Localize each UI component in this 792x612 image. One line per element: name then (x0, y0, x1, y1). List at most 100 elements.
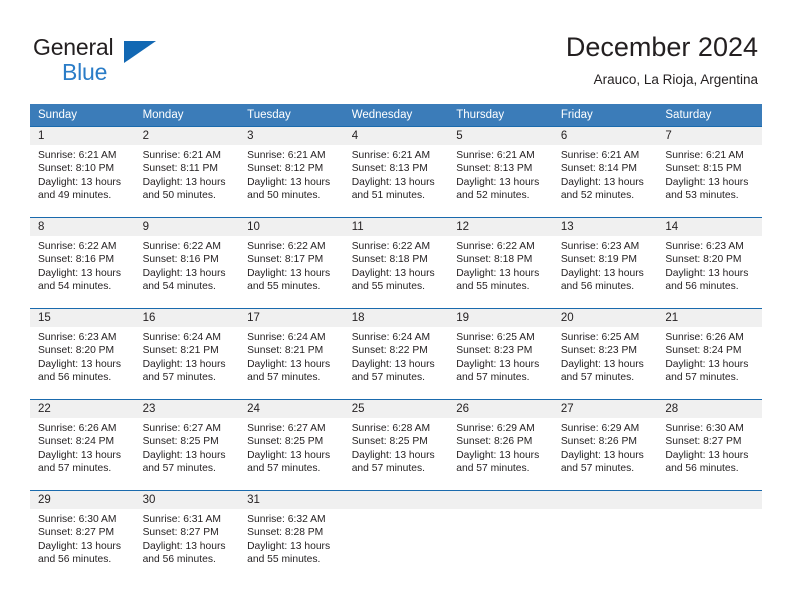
day-cell-inner (343, 491, 449, 581)
sunrise-text: Sunrise: 6:26 AM (665, 332, 744, 343)
daylight-text: Daylight: 13 hours and 51 minutes. (351, 176, 435, 202)
calendar-day-cell[interactable]: 2 Sunrise: 6:21 AM Sunset: 8:11 PM Daylight… (134, 127, 240, 218)
daylight-text: Daylight: 13 hours and 56 minutes. (38, 358, 121, 384)
calendar-day-cell[interactable]: 25 Sunrise: 6:28 AM Sunset: 8:25 PM Dayligh… (343, 400, 449, 491)
sunset-text: Sunset: 8:20 PM (665, 254, 742, 266)
day-cell-inner: 18 Sunrise: 6:24 AM Sunset: 8:22 PM Dayligh… (343, 309, 449, 399)
sunrise-text: Sunrise: 6:22 AM (38, 241, 117, 252)
calendar-day-cell[interactable]: 29 Sunrise: 6:30 AM Sunset: 8:27 PM Dayligh… (30, 491, 135, 581)
calendar-day-cell[interactable]: 17 Sunrise: 6:24 AM Sunset: 8:21 PM Dayligh… (239, 309, 344, 400)
calendar-day-cell[interactable]: 14 Sunrise: 6:23 AM Sunset: 8:20 PM Dayligh… (657, 218, 762, 309)
day-cell-inner: 29 Sunrise: 6:30 AM Sunset: 8:27 PM Dayligh… (30, 491, 135, 581)
day-cell-inner: 23 Sunrise: 6:27 AM Sunset: 8:25 PM Dayligh… (134, 400, 240, 490)
daylight-text: Daylight: 13 hours and 57 minutes. (560, 449, 644, 475)
daylight-text: Daylight: 13 hours and 54 minutes. (142, 267, 226, 293)
calendar-head: Sunday Monday Tuesday Wednesday Thursday… (30, 104, 762, 127)
sunset-text: Sunset: 8:26 PM (560, 436, 637, 448)
weekday-header-wednesday: Wednesday (343, 104, 449, 127)
sunrise-text: Sunrise: 6:26 AM (38, 423, 117, 434)
daylight-text: Daylight: 13 hours and 55 minutes. (247, 540, 331, 566)
sunset-text: Sunset: 8:15 PM (665, 163, 742, 175)
calendar-cell-empty (552, 491, 658, 581)
sunset-text: Sunset: 8:19 PM (560, 254, 637, 266)
day-number (657, 491, 762, 509)
daylight-text: Daylight: 13 hours and 52 minutes. (456, 176, 540, 202)
calendar-body: 1 Sunrise: 6:21 AM Sunset: 8:10 PM Daylight… (30, 126, 762, 581)
general-blue-logo[interactable]: General Blue (33, 34, 213, 86)
daylight-text: Daylight: 13 hours and 54 minutes. (38, 267, 121, 293)
day-number: 2 (134, 127, 240, 145)
day-number: 3 (239, 127, 344, 145)
daylight-text: Daylight: 13 hours and 57 minutes. (456, 449, 540, 475)
calendar-day-cell[interactable]: 20 Sunrise: 6:25 AM Sunset: 8:23 PM Dayligh… (552, 309, 658, 400)
sunrise-text: Sunrise: 6:21 AM (665, 150, 744, 161)
day-cell-inner: 15 Sunrise: 6:23 AM Sunset: 8:20 PM Dayligh… (30, 309, 135, 399)
daylight-text: Daylight: 13 hours and 50 minutes. (142, 176, 226, 202)
calendar-day-cell[interactable]: 3 Sunrise: 6:21 AM Sunset: 8:12 PM Daylight… (239, 127, 344, 218)
calendar-day-cell[interactable]: 5 Sunrise: 6:21 AM Sunset: 8:13 PM Daylight… (448, 127, 553, 218)
day-number: 6 (552, 127, 658, 145)
calendar-day-cell[interactable]: 31 Sunrise: 6:32 AM Sunset: 8:28 PM Dayligh… (239, 491, 344, 581)
calendar-day-cell[interactable]: 30 Sunrise: 6:31 AM Sunset: 8:27 PM Dayligh… (134, 491, 240, 581)
day-cell-inner: 7 Sunrise: 6:21 AM Sunset: 8:15 PM Daylight… (657, 127, 762, 217)
day-sun-info: Sunrise: 6:23 AM Sunset: 8:20 PM Daylight:… (657, 236, 762, 294)
day-sun-info: Sunrise: 6:21 AM Sunset: 8:11 PM Daylight:… (135, 145, 240, 203)
calendar-day-cell[interactable]: 7 Sunrise: 6:21 AM Sunset: 8:15 PM Daylight… (657, 127, 762, 218)
day-sun-info: Sunrise: 6:24 AM Sunset: 8:21 PM Daylight:… (239, 327, 344, 385)
calendar-day-cell[interactable]: 9 Sunrise: 6:22 AM Sunset: 8:16 PM Daylight… (134, 218, 240, 309)
calendar-day-cell[interactable]: 27 Sunrise: 6:29 AM Sunset: 8:26 PM Dayligh… (552, 400, 658, 491)
calendar-day-cell[interactable]: 4 Sunrise: 6:21 AM Sunset: 8:13 PM Daylight… (343, 127, 449, 218)
day-number: 31 (239, 491, 344, 509)
daylight-text: Daylight: 13 hours and 57 minutes. (560, 358, 644, 384)
day-sun-info: Sunrise: 6:26 AM Sunset: 8:24 PM Daylight:… (30, 418, 135, 476)
calendar-day-cell[interactable]: 15 Sunrise: 6:23 AM Sunset: 8:20 PM Dayligh… (30, 309, 135, 400)
calendar-cell-empty (343, 491, 449, 581)
sunset-text: Sunset: 8:26 PM (456, 436, 533, 448)
day-number: 26 (448, 400, 553, 418)
calendar-day-cell[interactable]: 1 Sunrise: 6:21 AM Sunset: 8:10 PM Daylight… (30, 127, 135, 218)
calendar-day-cell[interactable]: 23 Sunrise: 6:27 AM Sunset: 8:25 PM Dayligh… (134, 400, 240, 491)
calendar-day-cell[interactable]: 10 Sunrise: 6:22 AM Sunset: 8:17 PM Dayligh… (239, 218, 344, 309)
sunrise-text: Sunrise: 6:32 AM (247, 514, 326, 525)
calendar-day-cell[interactable]: 8 Sunrise: 6:22 AM Sunset: 8:16 PM Daylight… (30, 218, 135, 309)
day-cell-inner: 16 Sunrise: 6:24 AM Sunset: 8:21 PM Dayligh… (134, 309, 240, 399)
day-number: 14 (657, 218, 762, 236)
sunrise-text: Sunrise: 6:24 AM (142, 332, 221, 343)
day-number: 7 (657, 127, 762, 145)
calendar-day-cell[interactable]: 26 Sunrise: 6:29 AM Sunset: 8:26 PM Dayligh… (448, 400, 553, 491)
day-sun-info: Sunrise: 6:23 AM Sunset: 8:20 PM Daylight:… (30, 327, 135, 385)
daylight-text: Daylight: 13 hours and 55 minutes. (351, 267, 435, 293)
daylight-text: Daylight: 13 hours and 53 minutes. (665, 176, 749, 202)
sunset-text: Sunset: 8:28 PM (247, 527, 324, 539)
calendar-day-cell[interactable]: 6 Sunrise: 6:21 AM Sunset: 8:14 PM Daylight… (552, 127, 658, 218)
calendar-day-cell[interactable]: 22 Sunrise: 6:26 AM Sunset: 8:24 PM Dayligh… (30, 400, 135, 491)
calendar-day-cell[interactable]: 16 Sunrise: 6:24 AM Sunset: 8:21 PM Dayligh… (134, 309, 240, 400)
logo-text-general: General (33, 34, 114, 60)
calendar-week-row: 8 Sunrise: 6:22 AM Sunset: 8:16 PM Daylight… (30, 218, 762, 309)
calendar-day-cell[interactable]: 18 Sunrise: 6:24 AM Sunset: 8:22 PM Dayligh… (343, 309, 449, 400)
calendar-page: General Blue December 2024 Arauco, La Ri… (0, 0, 792, 612)
day-cell-inner: 31 Sunrise: 6:32 AM Sunset: 8:28 PM Dayligh… (239, 491, 344, 581)
day-number: 9 (134, 218, 240, 236)
calendar-day-cell[interactable]: 24 Sunrise: 6:27 AM Sunset: 8:25 PM Dayligh… (239, 400, 344, 491)
calendar-day-cell[interactable]: 12 Sunrise: 6:22 AM Sunset: 8:18 PM Dayligh… (448, 218, 553, 309)
calendar-day-cell[interactable]: 28 Sunrise: 6:30 AM Sunset: 8:27 PM Dayligh… (657, 400, 762, 491)
sunrise-text: Sunrise: 6:21 AM (247, 150, 326, 161)
sunrise-text: Sunrise: 6:21 AM (142, 150, 221, 161)
day-number: 25 (343, 400, 449, 418)
day-cell-inner: 13 Sunrise: 6:23 AM Sunset: 8:19 PM Dayligh… (552, 218, 658, 308)
calendar-day-cell[interactable]: 13 Sunrise: 6:23 AM Sunset: 8:19 PM Dayligh… (552, 218, 658, 309)
day-sun-info: Sunrise: 6:22 AM Sunset: 8:16 PM Daylight:… (135, 236, 240, 294)
sunset-text: Sunset: 8:22 PM (351, 345, 428, 357)
day-sun-info: Sunrise: 6:22 AM Sunset: 8:17 PM Daylight:… (239, 236, 344, 294)
calendar-cell-empty (657, 491, 762, 581)
daylight-text: Daylight: 13 hours and 56 minutes. (38, 540, 121, 566)
day-number: 30 (134, 491, 240, 509)
day-cell-inner: 6 Sunrise: 6:21 AM Sunset: 8:14 PM Daylight… (552, 127, 658, 217)
calendar-day-cell[interactable]: 11 Sunrise: 6:22 AM Sunset: 8:18 PM Dayligh… (343, 218, 449, 309)
calendar-day-cell[interactable]: 21 Sunrise: 6:26 AM Sunset: 8:24 PM Dayligh… (657, 309, 762, 400)
daylight-text: Daylight: 13 hours and 57 minutes. (38, 449, 121, 475)
day-number (448, 491, 553, 509)
calendar-day-cell[interactable]: 19 Sunrise: 6:25 AM Sunset: 8:23 PM Dayligh… (448, 309, 553, 400)
weekday-header-monday: Monday (134, 104, 240, 127)
